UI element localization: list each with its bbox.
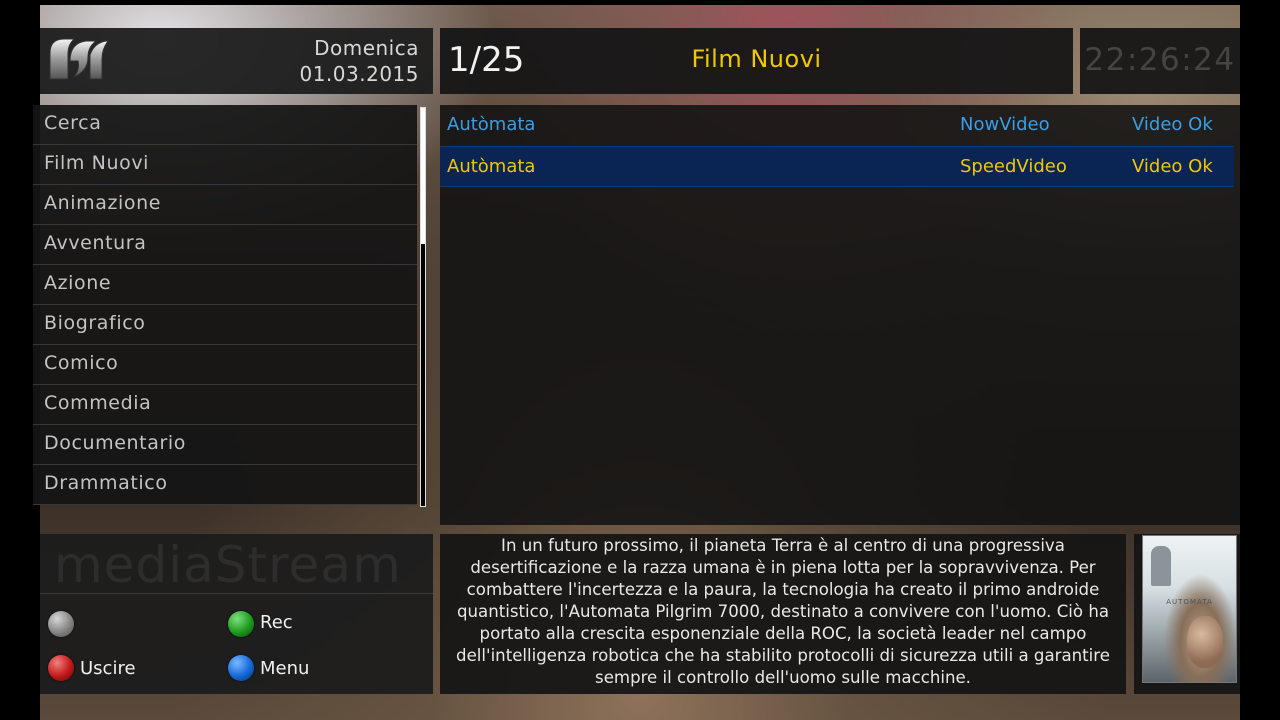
menu-button-label[interactable]: Menu xyxy=(260,658,309,679)
clock-panel: 22:26:24 xyxy=(1080,28,1240,94)
grey-key-icon[interactable] xyxy=(48,611,74,637)
sidebar-item-commedia[interactable]: Commedia xyxy=(33,385,417,425)
sidebar-item-label: Comico xyxy=(44,352,119,374)
sidebar-item-animazione[interactable]: Animazione xyxy=(33,185,417,225)
sidebar-item-label: Cerca xyxy=(44,112,102,134)
sidebar-item-label: Drammatico xyxy=(44,472,168,494)
sidebar-item-biografico[interactable]: Biografico xyxy=(33,305,417,345)
list-item-status: Video Ok xyxy=(1132,114,1213,135)
red-key-icon[interactable] xyxy=(48,655,74,681)
clock: 22:26:24 xyxy=(1084,42,1236,78)
sidebar-scrollbar[interactable] xyxy=(420,107,426,507)
poster-face xyxy=(1187,616,1223,668)
movie-description: In un futuro prossimo, il pianeta Terra … xyxy=(456,536,1110,687)
sidebar-item-label: Biografico xyxy=(44,312,146,334)
list-item-status: Video Ok xyxy=(1132,156,1213,177)
sidebar-item-avventura[interactable]: Avventura xyxy=(33,225,417,265)
rec-button-label[interactable]: Rec xyxy=(260,612,293,633)
sidebar-item-label: Documentario xyxy=(44,432,186,454)
current-date: 01.03.2015 xyxy=(299,62,419,86)
divider xyxy=(40,593,433,594)
sidebar-item-label: Azione xyxy=(44,272,112,294)
sidebar-scrollbar-thumb[interactable] xyxy=(421,108,425,244)
sidebar-item-label: Commedia xyxy=(44,392,152,414)
blue-key-icon[interactable] xyxy=(228,655,254,681)
section-title: Film Nuovi xyxy=(691,45,822,73)
sidebar-item-documentario[interactable]: Documentario xyxy=(33,425,417,465)
description-panel: In un futuro prossimo, il pianeta Terra … xyxy=(440,534,1126,694)
header-logo-panel: Domenica 01.03.2015 xyxy=(40,28,433,94)
header-title-panel: 1/25 Film Nuovi xyxy=(440,28,1073,94)
sidebar-item-label: Avventura xyxy=(44,232,147,254)
brand-watermark: mediaStream xyxy=(54,536,402,594)
video-source-list: Autòmata NowVideo Video Ok Autòmata Spee… xyxy=(440,105,1240,525)
sidebar-item-drammatico[interactable]: Drammatico xyxy=(33,465,417,505)
sidebar-item-cerca[interactable]: Cerca xyxy=(33,105,417,145)
sidebar-item-azione[interactable]: Azione xyxy=(33,265,417,305)
current-day: Domenica xyxy=(314,36,419,60)
list-item-host: NowVideo xyxy=(960,114,1050,135)
green-key-icon[interactable] xyxy=(228,611,254,637)
list-item-selected[interactable]: Autòmata SpeedVideo Video Ok xyxy=(440,146,1234,187)
list-item[interactable]: Autòmata NowVideo Video Ok xyxy=(440,105,1234,144)
category-sidebar: Cerca Film Nuovi Animazione Avventura Az… xyxy=(33,105,433,507)
sidebar-item-label: Animazione xyxy=(44,192,162,214)
list-item-title: Autòmata xyxy=(447,156,536,177)
list-item-title: Autòmata xyxy=(447,114,536,135)
sidebar-item-comico[interactable]: Comico xyxy=(33,345,417,385)
movie-poster: AUTOMATA xyxy=(1142,535,1237,683)
list-item-host: SpeedVideo xyxy=(960,156,1067,177)
mediastream-logo xyxy=(49,38,109,80)
poster-title: AUTOMATA xyxy=(1166,598,1213,606)
sidebar-item-film-nuovi[interactable]: Film Nuovi xyxy=(33,145,417,185)
poster-robot-figure xyxy=(1151,546,1171,586)
poster-panel: AUTOMATA xyxy=(1134,534,1240,694)
sidebar-item-label: Film Nuovi xyxy=(44,152,150,174)
exit-button-label[interactable]: Uscire xyxy=(80,658,136,679)
brand-and-keys-panel: mediaStream Rec Uscire Menu xyxy=(40,534,433,694)
